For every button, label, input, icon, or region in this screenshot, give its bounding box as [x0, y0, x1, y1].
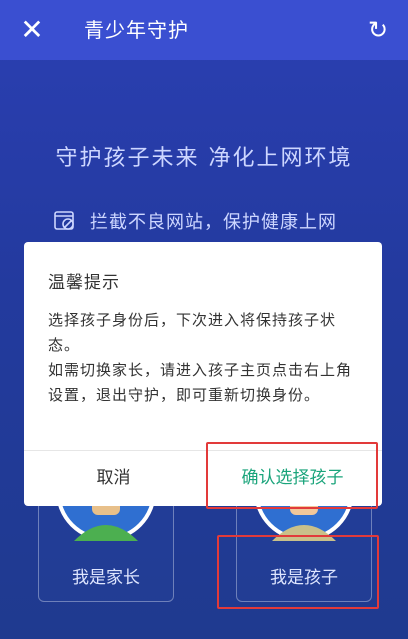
highlight-box-confirm: [206, 442, 378, 509]
top-bar: ✕ 青少年守护 ↻: [0, 0, 408, 60]
role-label-parent: 我是家长: [72, 568, 140, 588]
cancel-button[interactable]: 取消: [24, 451, 203, 506]
blocked-site-icon: [54, 210, 76, 232]
dialog-message-line: 选择孩子身份后，下次进入将保持孩子状态。: [48, 311, 337, 354]
background: ✕ 青少年守护 ↻ 守护孩子未来 净化上网环境 拦截不良网站，保护健康上网 我是…: [0, 0, 408, 639]
close-icon[interactable]: ✕: [12, 10, 52, 50]
dialog-title: 温馨提示: [48, 273, 120, 293]
refresh-icon[interactable]: ↻: [358, 10, 398, 50]
highlight-box-child-role: [217, 535, 379, 609]
dialog-message-line: 如需切换家长，请进入孩子主页点击右上角设置，退出守护，即可重新切换身份。: [48, 361, 353, 404]
dialog-message: 选择孩子身份后，下次进入将保持孩子状态。 如需切换家长，请进入孩子主页点击右上角…: [48, 308, 362, 408]
feature-row: 拦截不良网站，保护健康上网: [54, 206, 337, 236]
hero-slogan: 守护孩子未来 净化上网环境: [55, 146, 353, 171]
role-card-parent[interactable]: 我是家长: [38, 491, 174, 602]
page-title: 青少年守护: [84, 18, 189, 42]
feature-text: 拦截不良网站，保护健康上网: [90, 212, 337, 233]
